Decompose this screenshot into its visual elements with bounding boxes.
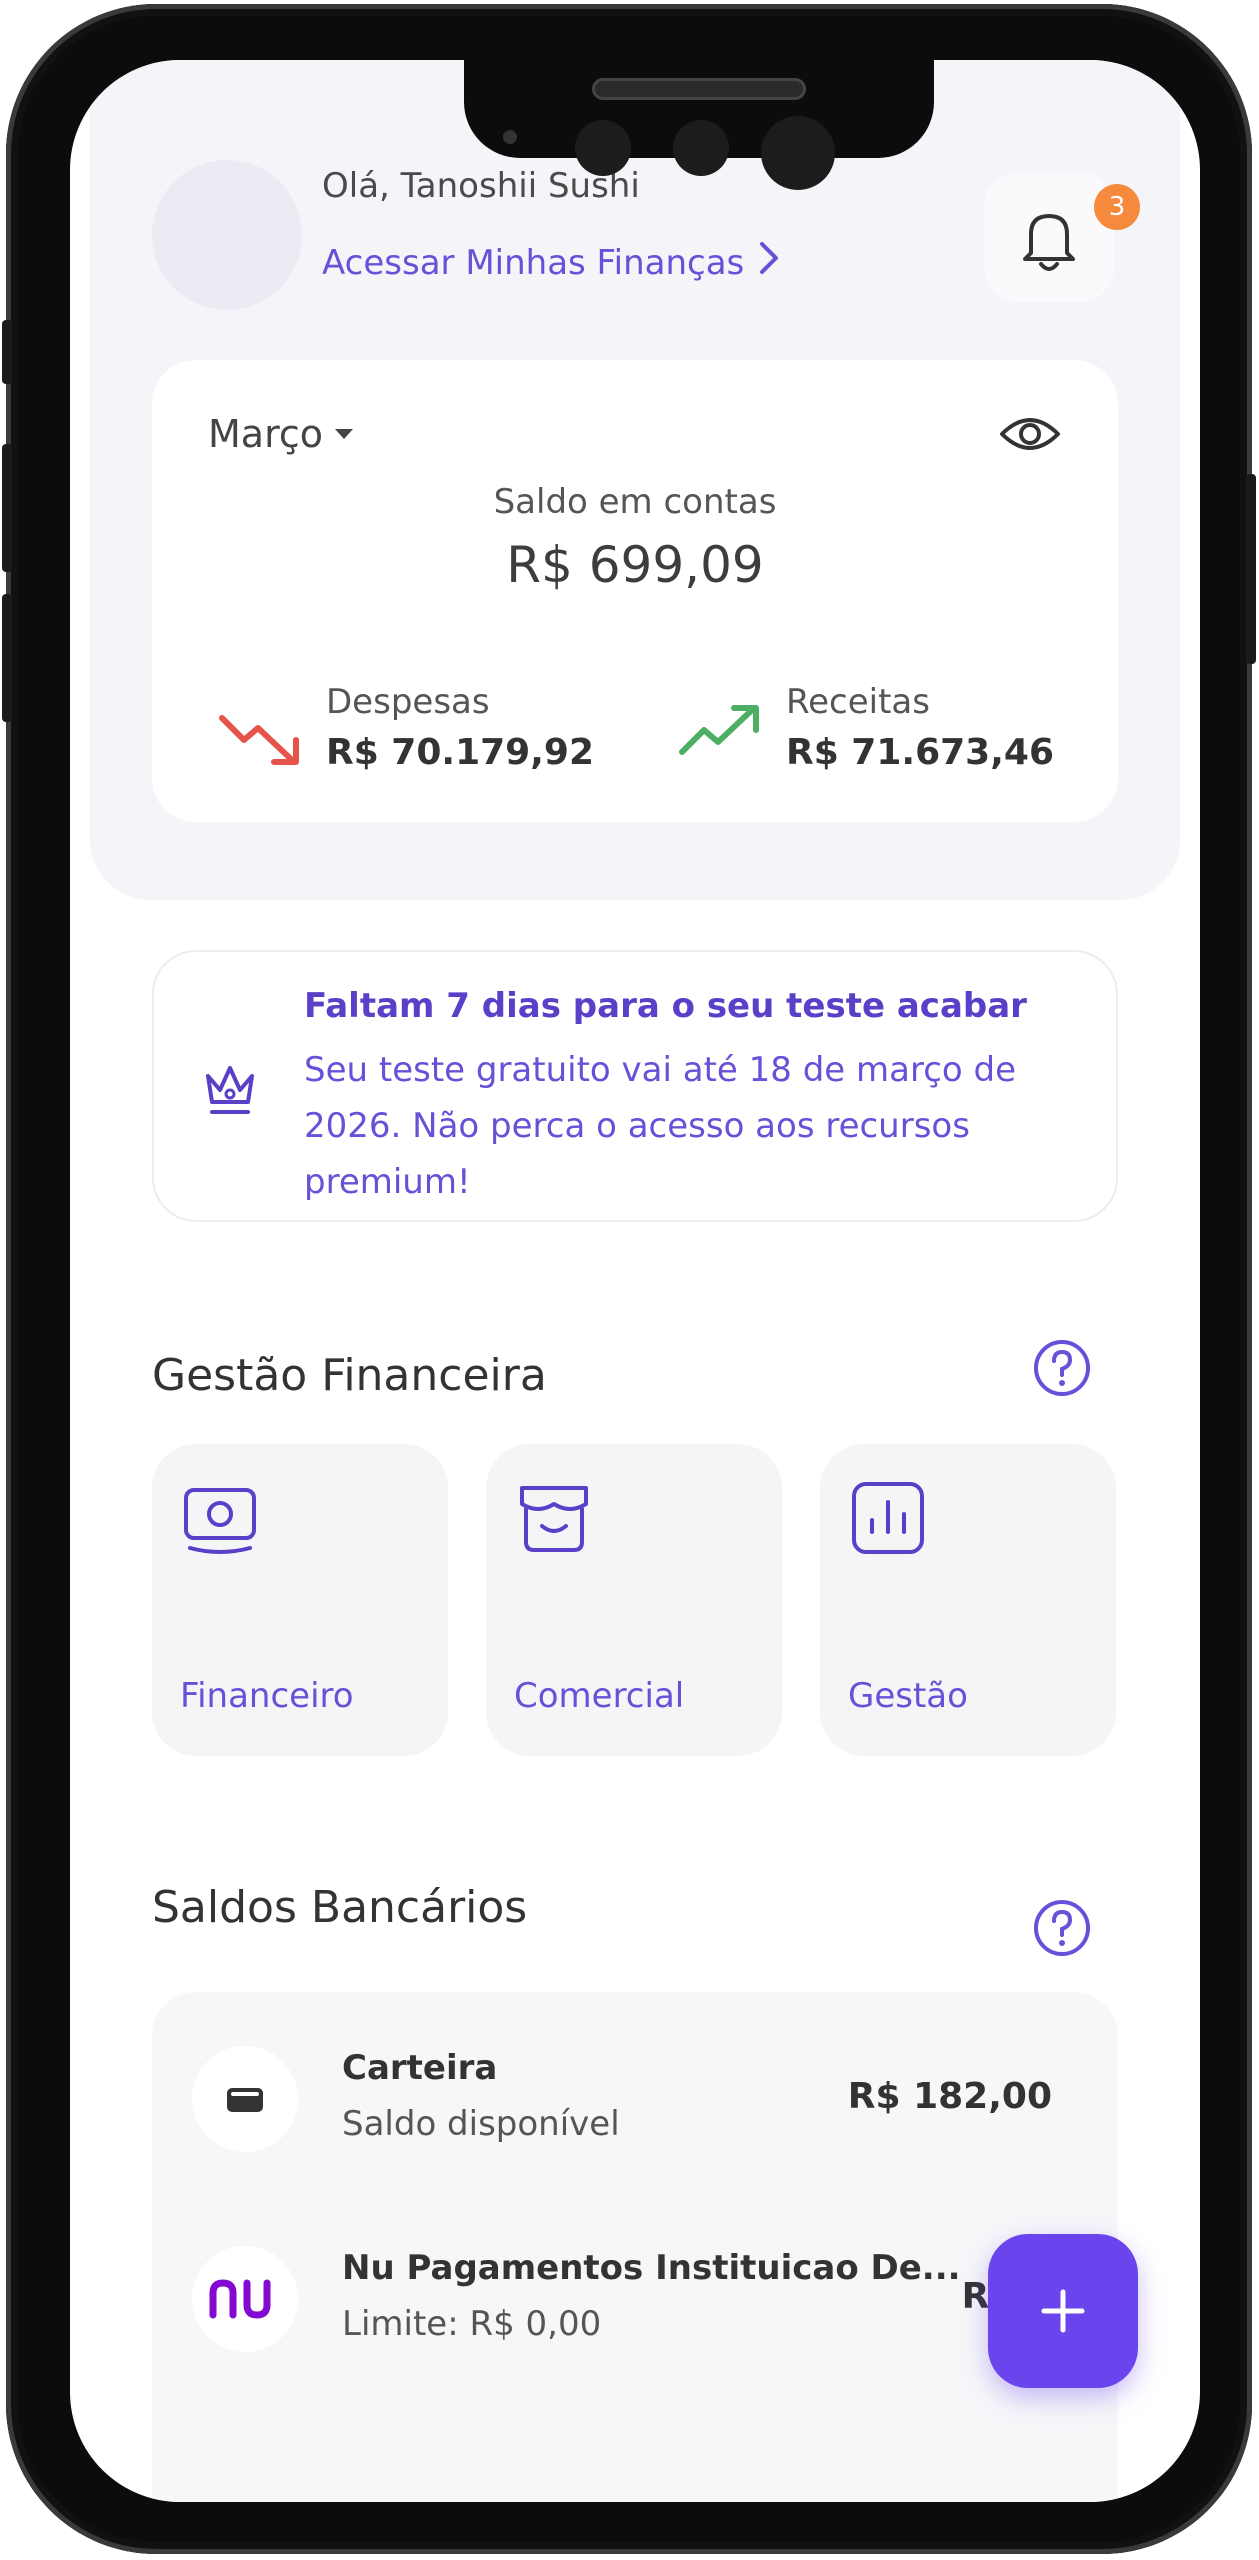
sensor — [575, 120, 631, 176]
management-title: Gestão Financeira — [152, 1350, 547, 1401]
income-value: R$ 71.673,46 — [786, 732, 1054, 773]
caret-down-icon — [335, 429, 354, 439]
side-button — [2, 444, 12, 572]
tile-comercial[interactable]: Comercial — [486, 1444, 782, 1756]
list-item[interactable]: Nu Pagamentos Instituicao De... Limite: … — [152, 2216, 1118, 2376]
store-icon — [520, 1486, 588, 1552]
bank-amount: R$ 182,00 — [847, 2076, 1052, 2117]
phone-frame: Olá, Tanoshii Sushi Acessar Minhas Finan… — [2, 4, 1256, 2554]
trial-body: Seu teste gratuito vai até 18 de março d… — [304, 1050, 1017, 1202]
help-icon[interactable] — [1032, 1338, 1092, 1402]
trial-title: Faltam 7 dias para o seu teste acabar — [304, 986, 1027, 1026]
help-icon[interactable] — [1032, 1898, 1092, 1962]
sensor — [761, 116, 835, 190]
bank-sub: Limite: R$ 0,00 — [342, 2304, 602, 2344]
trend-down-icon — [219, 715, 299, 765]
screen: Olá, Tanoshii Sushi Acessar Minhas Finan… — [70, 60, 1200, 2502]
chevron-right-icon — [758, 240, 780, 285]
add-button[interactable] — [988, 2234, 1138, 2388]
expenses-value: R$ 70.179,92 — [326, 732, 594, 773]
expenses-summary: Despesas R$ 70.179,92 — [218, 682, 594, 773]
tile-financeiro[interactable]: Financeiro — [152, 1444, 448, 1756]
tile-label: Financeiro — [180, 1676, 354, 1716]
money-icon — [184, 1488, 256, 1554]
notification-badge: 3 — [1094, 184, 1140, 230]
expenses-label: Despesas — [326, 682, 490, 722]
balance-value: R$ 699,09 — [506, 536, 764, 594]
eye-icon[interactable] — [998, 410, 1062, 462]
sensor — [673, 120, 729, 176]
chart-icon — [852, 1482, 924, 1554]
side-button — [2, 320, 12, 384]
wallet-icon — [192, 2046, 298, 2152]
speaker — [592, 78, 806, 100]
crown-icon — [206, 1066, 254, 1114]
trial-banner[interactable]: Faltam 7 dias para o seu teste acabar Se… — [152, 950, 1118, 1222]
balance-label: Saldo em contas — [493, 482, 777, 522]
bell-icon — [1023, 214, 1075, 271]
month-label: Março — [208, 412, 324, 456]
tile-label: Comercial — [514, 1676, 685, 1716]
camera — [503, 130, 517, 144]
avatar[interactable] — [152, 160, 302, 310]
list-item[interactable]: Carteira Saldo disponível R$ 182,00 — [152, 2016, 1118, 2176]
finance-link[interactable]: Acessar Minhas Finanças — [322, 240, 780, 285]
nubank-logo — [192, 2246, 298, 2352]
notifications-button[interactable] — [984, 172, 1114, 302]
balance-card: Março Saldo em contas R$ 699,09 Despesas — [152, 360, 1118, 822]
bank-sub: Saldo disponível — [342, 2104, 620, 2144]
tile-gestao[interactable]: Gestão — [820, 1444, 1116, 1756]
bank-name: Nu Pagamentos Instituicao De... — [342, 2248, 961, 2288]
bank-name: Carteira — [342, 2048, 498, 2088]
month-selector[interactable]: Março — [208, 412, 354, 456]
banks-title: Saldos Bancários — [152, 1882, 528, 1933]
trend-up-icon — [679, 705, 759, 755]
tile-label: Gestão — [848, 1676, 968, 1716]
income-summary: Receitas R$ 71.673,46 — [678, 682, 1054, 773]
side-button — [1246, 474, 1256, 664]
side-button — [2, 594, 12, 722]
income-label: Receitas — [786, 682, 930, 722]
finance-link-label: Acessar Minhas Finanças — [322, 242, 745, 283]
bank-list: Carteira Saldo disponível R$ 182,00 Nu P… — [152, 1992, 1118, 2502]
plus-icon — [1041, 2289, 1085, 2333]
